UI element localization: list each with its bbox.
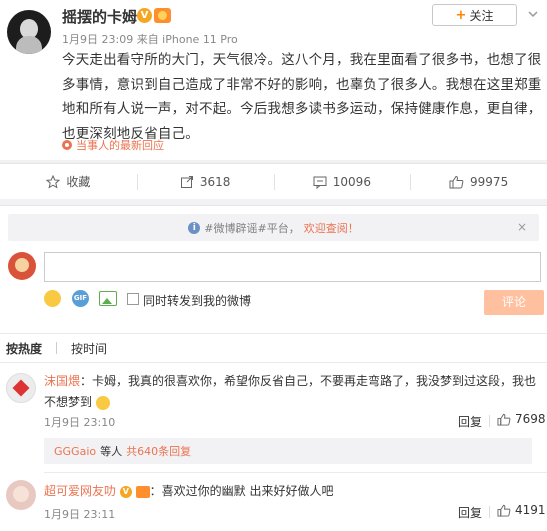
comment-like-count: 4191 [515, 503, 546, 517]
favorite-button[interactable]: 收藏 [0, 164, 137, 199]
close-icon[interactable]: × [517, 220, 527, 234]
comment-like-count: 7698 [515, 412, 546, 426]
smiley-icon[interactable] [44, 290, 61, 307]
comment-sort-tabs: 按热度 按时间 [0, 333, 547, 363]
submit-comment-button[interactable]: 评论 [484, 290, 544, 315]
commenter-avatar[interactable] [6, 480, 36, 510]
comment-button[interactable]: 10096 [273, 164, 411, 199]
location-dot-icon [62, 140, 72, 150]
tab-sort-hot[interactable]: 按热度 [6, 340, 42, 357]
action-divider [489, 506, 490, 518]
latest-response-label: 当事人的最新回应 [76, 139, 164, 152]
post-meta: 1月9日 23:09 来自 iPhone 11 Pro [62, 33, 238, 46]
picture-icon[interactable] [99, 291, 117, 306]
comment-divider [44, 472, 547, 473]
comment-count: 10096 [332, 174, 371, 189]
commenter-name[interactable]: 沫国煨 [44, 374, 80, 388]
avatar-body [16, 36, 42, 54]
comment-text: ：卡姆，我真的很喜欢你，希望你反省自己，不要再走弯路了，我没梦到过这段，我也不想… [44, 374, 537, 409]
rumor-tip-bar: i #微博辟谣#平台， 欢迎查阅！ × [8, 214, 539, 241]
comment-time: 1月9日 23:11 [44, 508, 116, 521]
weibo-post-page: 摇摆的卡姆 V 1月9日 23:09 来自 iPhone 11 Pro + 关注… [0, 0, 547, 531]
verified-badge-icon: V [137, 8, 152, 23]
verified-badge-icon: V [119, 485, 132, 498]
latest-response-link[interactable]: 当事人的最新回应 [62, 137, 164, 153]
reply-button[interactable]: 回复 [458, 413, 482, 430]
comment-input[interactable] [44, 252, 541, 282]
post-card: 摇摆的卡姆 V 1月9日 23:09 来自 iPhone 11 Pro + 关注… [0, 0, 547, 160]
star-icon [46, 174, 61, 189]
sub-reply-user[interactable]: GGGaio [54, 445, 96, 458]
sub-reply-text: 等人 [100, 445, 123, 458]
tip-link[interactable]: 欢迎查阅！ [304, 220, 359, 236]
follow-label: 关注 [469, 8, 494, 23]
action-divider [489, 415, 490, 427]
thumbs-up-icon [449, 175, 464, 188]
tip-text: #微博辟谣#平台， [204, 221, 300, 235]
repost-button[interactable]: 3618 [136, 164, 274, 199]
post-body: 今天走出看守所的大门，天气很冷。这八个月，我在里面看了很多书，也想了很多事情，意… [62, 52, 542, 142]
follow-button[interactable]: + 关注 [432, 4, 517, 26]
crying-emoji-icon [95, 395, 110, 410]
repost-checkbox[interactable] [127, 293, 139, 305]
commenter-avatar[interactable] [6, 373, 36, 403]
thumbs-up-icon [497, 413, 511, 426]
sub-replies-summary[interactable]: GGGaio 等人 共640条回复 [44, 438, 532, 464]
info-icon: i [188, 221, 201, 234]
current-user-avatar [8, 252, 36, 280]
repost-count: 3618 [199, 174, 231, 189]
repost-checkbox-label: 同时转发到我的微博 [143, 294, 252, 308]
plus-icon: + [455, 7, 467, 23]
speech-bubble-icon [313, 176, 327, 189]
sub-reply-count[interactable]: 共640条回复 [126, 443, 191, 459]
share-arrow-icon [180, 175, 193, 188]
thumbs-up-icon [497, 504, 511, 517]
favorite-label: 收藏 [66, 175, 91, 189]
chevron-down-icon[interactable] [527, 8, 539, 20]
member-level-icon [135, 485, 150, 498]
comment-item: 沫国煨：卡姆，我真的很喜欢你，希望你反省自己，不要再走弯路了，我没梦到过这段，我… [44, 371, 539, 413]
comment-like-button[interactable]: 7698 [497, 412, 546, 426]
like-button[interactable]: 99975 [410, 164, 547, 199]
comments-section: i #微博辟谣#平台， 欢迎查阅！ × GIF 同时转发到我的微博 评论 按热度… [0, 205, 547, 531]
author-avatar[interactable] [7, 10, 51, 54]
comment-text: ：喜欢过你的幽默 出来好好做人吧 [149, 484, 334, 498]
comment-like-button[interactable]: 4191 [497, 503, 546, 517]
comment-item: 超可爱网友叻 V ：喜欢过你的幽默 出来好好做人吧 [44, 481, 539, 502]
member-level-icon [154, 8, 171, 23]
author-name[interactable]: 摇摆的卡姆 [62, 6, 137, 27]
tab-sort-time[interactable]: 按时间 [71, 340, 107, 357]
gif-icon[interactable]: GIF [72, 290, 89, 307]
tab-divider [56, 342, 58, 354]
comment-time: 1月9日 23:10 [44, 416, 116, 429]
post-action-bar: 收藏 3618 10096 99975 [0, 163, 547, 199]
reply-button[interactable]: 回复 [458, 504, 482, 521]
like-count: 99975 [470, 174, 509, 189]
commenter-name[interactable]: 超可爱网友叻 [44, 484, 116, 498]
